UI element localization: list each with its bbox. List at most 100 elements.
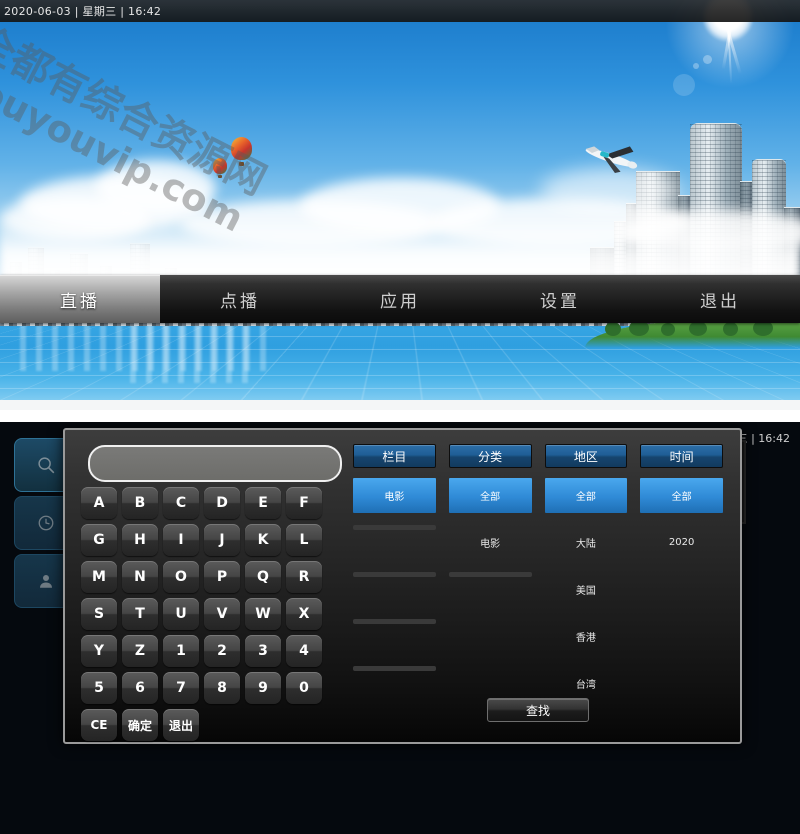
key-f[interactable]: F <box>286 487 322 519</box>
filter-item[interactable]: 美国 <box>545 572 628 607</box>
filter-item-placeholder[interactable] <box>448 572 532 577</box>
key-q[interactable]: Q <box>245 561 281 593</box>
filter-items: 电影 <box>353 478 436 671</box>
keyboard-row: A B C D E F <box>81 487 341 519</box>
filter-item[interactable]: 电影 <box>449 525 532 560</box>
find-button[interactable]: 查找 <box>487 698 589 722</box>
search-icon <box>38 457 55 474</box>
lens-flare <box>693 63 699 69</box>
filter-header-category[interactable]: 栏目 <box>353 444 436 468</box>
hot-air-balloon-icon <box>231 137 252 166</box>
key-t[interactable]: T <box>122 598 158 630</box>
green-island <box>585 320 800 348</box>
key-5[interactable]: 5 <box>81 672 117 704</box>
keyboard-row: G H I J K L <box>81 524 341 556</box>
key-g[interactable]: G <box>81 524 117 556</box>
filter-item-placeholder <box>640 619 723 624</box>
main-navigation: 直播 点播 应用 设置 退出 <box>0 275 800 323</box>
key-x[interactable]: X <box>286 598 322 630</box>
key-k[interactable]: K <box>245 524 281 556</box>
key-1[interactable]: 1 <box>163 635 199 667</box>
key-exit[interactable]: 退出 <box>163 709 199 741</box>
filter-item-placeholder[interactable] <box>353 619 436 624</box>
key-7[interactable]: 7 <box>163 672 199 704</box>
key-b[interactable]: B <box>122 487 158 519</box>
key-clear[interactable]: CE <box>81 709 117 741</box>
lens-flare <box>703 55 712 64</box>
key-a[interactable]: A <box>81 487 117 519</box>
filter-item[interactable]: 大陆 <box>545 525 628 560</box>
key-w[interactable]: W <box>245 598 281 630</box>
filter-column-category: 栏目 电影 <box>353 444 436 713</box>
airplane-icon <box>580 136 642 176</box>
key-r[interactable]: R <box>286 561 322 593</box>
key-8[interactable]: 8 <box>204 672 240 704</box>
key-m[interactable]: M <box>81 561 117 593</box>
keyboard-row: S T U V W X <box>81 598 341 630</box>
key-i[interactable]: I <box>163 524 199 556</box>
nav-item-exit[interactable]: 退出 <box>640 275 800 323</box>
key-n[interactable]: N <box>122 561 158 593</box>
key-p[interactable]: P <box>204 561 240 593</box>
search-input[interactable] <box>90 447 340 480</box>
search-input-wrapper[interactable] <box>88 445 342 482</box>
key-y[interactable]: Y <box>81 635 117 667</box>
filter-item-placeholder <box>449 619 532 624</box>
hot-air-balloon-icon <box>213 158 227 178</box>
filter-header-year[interactable]: 时间 <box>640 444 723 468</box>
key-4[interactable]: 4 <box>286 635 322 667</box>
filter-item-placeholder[interactable] <box>353 572 436 577</box>
key-c[interactable]: C <box>163 487 199 519</box>
nav-item-settings[interactable]: 设置 <box>480 275 640 323</box>
nav-item-live[interactable]: 直播 <box>0 275 160 323</box>
filter-item[interactable]: 台湾 <box>545 666 628 701</box>
key-v[interactable]: V <box>204 598 240 630</box>
key-l[interactable]: L <box>286 524 322 556</box>
search-dialog: A B C D E F G H I J K L M N O P Q R S T … <box>63 428 742 744</box>
key-h[interactable]: H <box>122 524 158 556</box>
key-9[interactable]: 9 <box>245 672 281 704</box>
filter-item-placeholder <box>640 666 723 671</box>
key-s[interactable]: S <box>81 598 117 630</box>
filter-header-type[interactable]: 分类 <box>448 444 532 468</box>
key-e[interactable]: E <box>245 487 281 519</box>
key-2[interactable]: 2 <box>204 635 240 667</box>
status-bar: 2020-06-03 | 星期三 | 16:42 <box>0 0 800 22</box>
key-o[interactable]: O <box>163 561 199 593</box>
nav-item-apps[interactable]: 应用 <box>320 275 480 323</box>
key-6[interactable]: 6 <box>122 672 158 704</box>
filter-item[interactable]: 全部 <box>544 478 628 513</box>
filter-item-placeholder <box>640 572 723 577</box>
nav-label: 应用 <box>380 291 420 312</box>
cloud-band <box>0 212 800 282</box>
city-reflection <box>130 323 250 383</box>
filter-item[interactable]: 全部 <box>448 478 532 513</box>
nav-label: 直播 <box>60 291 100 312</box>
filter-items: 全部 大陆 美国 香港 台湾 <box>544 478 628 701</box>
search-screen: 2020-06-03 | 星期三 | 16:42 <box>0 422 800 834</box>
filter-item-placeholder <box>449 666 532 671</box>
filter-item[interactable]: 电影 <box>353 478 436 513</box>
nav-item-vod[interactable]: 点播 <box>160 275 320 323</box>
key-3[interactable]: 3 <box>245 635 281 667</box>
filter-item[interactable]: 全部 <box>640 478 723 513</box>
filter-item-placeholder[interactable] <box>353 525 436 530</box>
keyboard-row: M N O P Q R <box>81 561 341 593</box>
key-0[interactable]: 0 <box>286 672 322 704</box>
filter-header-region[interactable]: 地区 <box>544 444 628 468</box>
filter-item[interactable]: 香港 <box>545 619 628 654</box>
key-j[interactable]: J <box>204 524 240 556</box>
filter-panel: 栏目 电影 分类 全部 电影 地区 全部 大陆 美国 香港 台湾 时间 全部 2… <box>353 444 723 713</box>
virtual-keyboard: A B C D E F G H I J K L M N O P Q R S T … <box>81 487 341 746</box>
keyboard-row: CE 确定 退出 <box>81 709 341 741</box>
key-confirm[interactable]: 确定 <box>122 709 158 741</box>
key-d[interactable]: D <box>204 487 240 519</box>
keyboard-row: Y Z 1 2 3 4 <box>81 635 341 667</box>
filter-column-region: 地区 全部 大陆 美国 香港 台湾 <box>544 444 628 713</box>
filter-item-placeholder[interactable] <box>353 666 436 671</box>
key-u[interactable]: U <box>163 598 199 630</box>
screen-divider <box>0 410 800 422</box>
key-z[interactable]: Z <box>122 635 158 667</box>
nav-label: 设置 <box>540 291 580 312</box>
filter-item[interactable]: 2020 <box>640 525 723 560</box>
